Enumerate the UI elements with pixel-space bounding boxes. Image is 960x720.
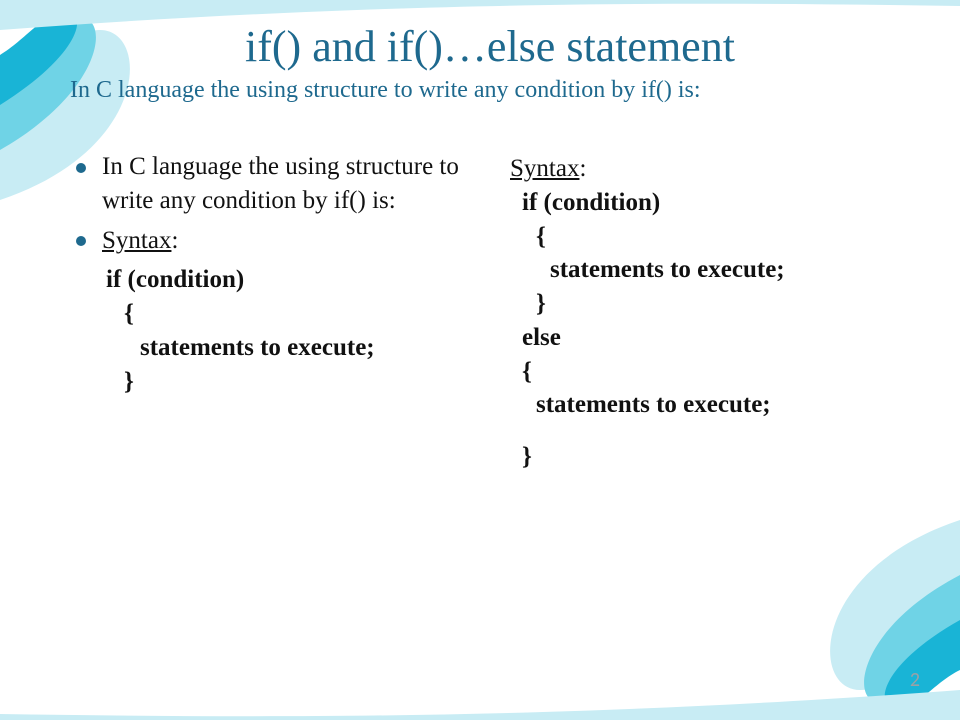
code-line: if (condition): [522, 186, 910, 220]
code-line: }: [536, 287, 910, 321]
header: if() and if()…else statement In C langua…: [70, 24, 910, 105]
code-line: statements to execute;: [550, 253, 910, 287]
syntax-label: Syntax: [102, 227, 171, 254]
slide-subtitle: In C language the using structure to wri…: [70, 76, 910, 105]
code-line: }: [124, 365, 470, 399]
bullet-list: In C language the using structure to wri…: [70, 150, 470, 257]
left-column: In C language the using structure to wri…: [70, 150, 470, 474]
syntax-label: Syntax: [510, 155, 579, 182]
code-line: }: [522, 440, 910, 474]
code-line: statements to execute;: [140, 331, 470, 365]
bullet-text: In C language the using structure to wri…: [102, 153, 459, 214]
right-column: Syntax: if (condition) { statements to e…: [510, 152, 910, 474]
slide-title: if() and if()…else statement: [70, 24, 910, 70]
list-item: Syntax:: [70, 224, 470, 258]
code-line: if (condition): [106, 263, 470, 297]
code-line: {: [124, 297, 470, 331]
content-columns: In C language the using structure to wri…: [70, 150, 910, 474]
colon: :: [171, 227, 178, 254]
slide: if() and if()…else statement In C langua…: [0, 0, 960, 720]
code-block-if: if (condition) { statements to execute; …: [106, 263, 470, 398]
page-number: 2: [910, 668, 920, 692]
list-item: In C language the using structure to wri…: [70, 150, 470, 218]
code-line: {: [536, 220, 910, 254]
decorative-wave-bottom: [0, 520, 960, 720]
colon: :: [579, 155, 586, 182]
code-line: statements to execute;: [536, 388, 910, 422]
code-line: {: [522, 355, 910, 389]
spacing: [510, 422, 910, 440]
code-line: else: [522, 321, 910, 355]
syntax-heading: Syntax:: [510, 152, 910, 186]
